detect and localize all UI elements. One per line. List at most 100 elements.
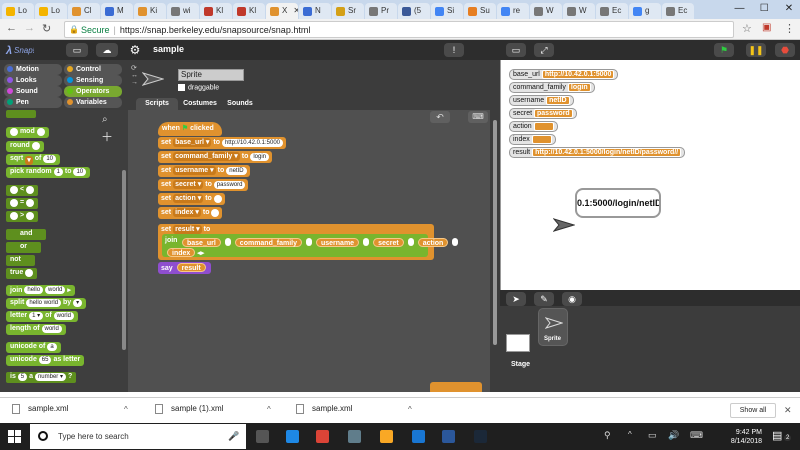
value-input[interactable] bbox=[211, 209, 220, 217]
volume-icon[interactable]: 🔊 bbox=[668, 430, 679, 441]
browser-tab[interactable]: re bbox=[497, 3, 529, 19]
bookmark-star-icon[interactable]: ☆ bbox=[742, 22, 752, 35]
set-variable-block[interactable]: setindexto bbox=[158, 207, 223, 219]
round-block[interactable]: round bbox=[6, 141, 44, 152]
rotation-style-icon[interactable]: ⟳ ↔ → bbox=[131, 64, 138, 86]
tab-sounds[interactable]: Sounds bbox=[222, 98, 258, 110]
scripts-scrollbar[interactable] bbox=[490, 110, 500, 392]
category-variables[interactable]: Variables bbox=[64, 97, 122, 108]
variable-watcher[interactable]: result http://10.42.0.1:5000/login/netID… bbox=[509, 147, 686, 158]
browser-tab[interactable]: W bbox=[530, 3, 562, 19]
browser-tab[interactable]: Ec bbox=[662, 3, 694, 19]
mail-icon[interactable] bbox=[412, 430, 425, 443]
tab-scripts[interactable]: Scripts bbox=[136, 98, 178, 110]
show-all-downloads-button[interactable]: Show all bbox=[730, 403, 776, 418]
length-of-block[interactable]: length of world bbox=[6, 324, 66, 335]
browser-tab[interactable]: M bbox=[101, 3, 133, 19]
browser-tab[interactable]: wi bbox=[167, 3, 199, 19]
search-blocks-icon[interactable]: ⌕ bbox=[102, 114, 108, 125]
variable-dropdown[interactable]: base_url bbox=[173, 138, 212, 147]
category-control[interactable]: Control bbox=[64, 64, 122, 75]
sprite-on-stage-icon[interactable] bbox=[553, 218, 575, 232]
mod-block[interactable]: mod bbox=[6, 127, 49, 138]
browser-tab[interactable]: Lo bbox=[35, 3, 67, 19]
presentation-mode-button[interactable]: ⤢ bbox=[534, 43, 554, 57]
download-item[interactable]: sample (1).xml ^ bbox=[155, 404, 271, 414]
variable-dropdown[interactable]: username bbox=[173, 166, 216, 175]
variable-watcher[interactable]: secret password bbox=[509, 108, 577, 119]
browser-tab[interactable]: Su bbox=[464, 3, 496, 19]
browser-tab[interactable]: g bbox=[629, 3, 661, 19]
browser-tab[interactable]: (5 bbox=[398, 3, 430, 19]
url-bar[interactable]: 🔒 Secure | https://snap.berkeley.edu/snaps… bbox=[64, 21, 734, 38]
taskbar-clock[interactable]: 9:42 PM 8/14/2018 bbox=[722, 428, 762, 446]
category-operators[interactable]: Operators bbox=[64, 86, 122, 97]
separator-slot[interactable] bbox=[305, 238, 312, 246]
variable-reporter[interactable]: action bbox=[417, 238, 449, 247]
undo-icon[interactable]: ↶ bbox=[430, 111, 450, 123]
set-variable-block[interactable]: setusernameto netID bbox=[158, 165, 250, 177]
value-input[interactable]: http://10.42.0.1:5000 bbox=[221, 139, 283, 147]
settings-gear-icon[interactable]: ⚙ bbox=[126, 43, 144, 57]
chrome-menu-icon[interactable]: ⋮ bbox=[784, 22, 795, 35]
sqrt-block[interactable]: sqrtof 10 bbox=[6, 154, 60, 165]
keyboard-layout-icon[interactable]: ⌨ bbox=[690, 430, 703, 441]
store-icon[interactable] bbox=[348, 430, 361, 443]
browser-tab[interactable]: N bbox=[299, 3, 331, 19]
browser-tab[interactable]: Kl bbox=[200, 3, 232, 19]
stage-size-button[interactable]: ▭ bbox=[506, 43, 526, 57]
forward-arrow-icon[interactable]: → bbox=[24, 22, 35, 34]
tab-costumes[interactable]: Costumes bbox=[180, 98, 220, 110]
variable-dropdown[interactable]: action bbox=[173, 194, 204, 203]
steam-icon[interactable] bbox=[474, 430, 487, 443]
browser-tab[interactable]: Pr bbox=[365, 3, 397, 19]
browser-tab[interactable]: Ki bbox=[134, 3, 166, 19]
true-block[interactable]: true bbox=[6, 268, 38, 279]
is-a-block[interactable]: is 5 a number ▾ ? bbox=[6, 372, 77, 383]
pick-random-block[interactable]: pick random 1 to 10 bbox=[6, 167, 91, 178]
stage[interactable]: base_url http://10.42.0.1:5000 command_fa… bbox=[500, 60, 800, 290]
tray-chevron-icon[interactable]: ^ bbox=[628, 430, 632, 439]
category-looks[interactable]: Looks bbox=[4, 75, 62, 86]
variable-reporter[interactable]: username bbox=[315, 238, 360, 247]
category-pen[interactable]: Pen bbox=[4, 97, 62, 108]
browser-tab[interactable]: Sr bbox=[332, 3, 364, 19]
browser-tab[interactable]: Lo bbox=[2, 3, 34, 19]
value-input[interactable]: login bbox=[250, 153, 270, 161]
word-icon[interactable] bbox=[442, 430, 455, 443]
separator-slot[interactable] bbox=[363, 238, 370, 246]
browser-tab[interactable]: Ec bbox=[596, 3, 628, 19]
category-sensing[interactable]: Sensing bbox=[64, 75, 122, 86]
maximize-button[interactable]: ☐ bbox=[753, 0, 775, 18]
variable-reporter[interactable]: command_family bbox=[234, 238, 302, 247]
variable-dropdown[interactable]: secret bbox=[173, 180, 204, 189]
browser-tab[interactable]: Si bbox=[431, 3, 463, 19]
close-downloads-icon[interactable]: ✕ bbox=[784, 405, 792, 416]
set-variable-block[interactable]: setbase_urlto http://10.42.0.1:5000 bbox=[158, 137, 286, 149]
download-item[interactable]: sample.xml ^ bbox=[12, 404, 128, 414]
keyboard-icon[interactable]: ⌨ bbox=[468, 111, 488, 123]
camera-sprite-button[interactable]: ◉ bbox=[562, 292, 582, 306]
variable-watcher[interactable]: index bbox=[509, 134, 556, 145]
stop-button[interactable]: ⬣ bbox=[775, 43, 795, 57]
variable-watcher[interactable]: action bbox=[509, 121, 558, 132]
set-variable-block[interactable]: setcommand_familyto login bbox=[158, 151, 273, 163]
value-input[interactable] bbox=[213, 195, 222, 203]
close-tab-icon[interactable]: ✕ bbox=[293, 6, 298, 15]
category-motion[interactable]: Motion bbox=[4, 64, 62, 75]
separator-slot[interactable] bbox=[452, 238, 459, 246]
file-menu-button[interactable]: ▭ bbox=[66, 43, 88, 57]
action-center-icon[interactable]: ▤ bbox=[772, 429, 782, 442]
when-flag-clicked-hat[interactable]: when ⚑ clicked bbox=[158, 122, 222, 136]
unicode-as-letter-block[interactable]: unicode 65 as letter bbox=[6, 355, 85, 366]
stage-thumbnail[interactable] bbox=[506, 334, 530, 352]
browser-tab[interactable]: X ✕ bbox=[266, 3, 298, 19]
explorer-icon[interactable] bbox=[380, 430, 393, 443]
or-block[interactable]: or bbox=[6, 242, 41, 253]
network-icon[interactable]: ▭ bbox=[648, 430, 657, 441]
palette-scrollbar[interactable] bbox=[120, 110, 128, 392]
divide-block[interactable] bbox=[6, 110, 36, 118]
variable-watcher[interactable]: username netID bbox=[509, 95, 574, 106]
join-result-block[interactable]: join base_url command_family username secre… bbox=[162, 234, 459, 257]
variable-watcher[interactable]: command_family login bbox=[509, 82, 595, 93]
